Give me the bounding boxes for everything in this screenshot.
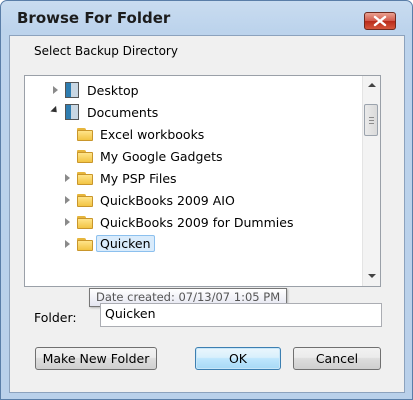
library-icon <box>65 104 79 120</box>
title-bar[interactable]: Browse For Folder <box>1 1 412 33</box>
expand-arrow-icon[interactable] <box>65 196 70 204</box>
expand-arrow-icon[interactable] <box>65 174 70 182</box>
make-new-folder-button[interactable]: Make New Folder <box>35 347 157 370</box>
prompt-text: Select Backup Directory <box>34 44 178 58</box>
scrollbar-thumb[interactable] <box>364 104 378 136</box>
vertical-scrollbar[interactable] <box>362 76 380 286</box>
tree-item-label: My Google Gadgets <box>100 149 223 164</box>
close-button[interactable] <box>364 12 396 30</box>
folder-icon <box>77 150 93 163</box>
expand-arrow-icon[interactable] <box>65 240 70 248</box>
close-icon <box>373 15 387 27</box>
collapse-arrow-icon[interactable] <box>50 105 60 116</box>
browse-for-folder-dialog: Browse For Folder Select Backup Director… <box>0 0 413 400</box>
folder-tree[interactable]: Desktop Documents Excel workbooks My Goo… <box>24 75 381 287</box>
expand-arrow-icon[interactable] <box>53 86 58 94</box>
tree-item-my-psp-files[interactable]: My PSP Files <box>25 168 355 188</box>
folder-icon <box>77 216 93 229</box>
tree-item-documents[interactable]: Documents <box>25 102 355 122</box>
tree-item-label: QuickBooks 2009 AIO <box>100 193 235 208</box>
tree-item-quickbooks-2009-for-dummies[interactable]: QuickBooks 2009 for Dummies <box>25 212 355 232</box>
ok-button[interactable]: OK <box>195 347 281 370</box>
tree-item-desktop[interactable]: Desktop <box>25 80 355 100</box>
tree-item-label: QuickBooks 2009 for Dummies <box>100 215 294 230</box>
folder-icon <box>77 194 93 207</box>
tree-item-label: My PSP Files <box>100 171 177 186</box>
folder-field-label: Folder: <box>34 310 77 325</box>
tree-item-label: Desktop <box>87 83 139 98</box>
expand-arrow-icon[interactable] <box>65 218 70 226</box>
tree-item-label: Quicken <box>96 235 155 252</box>
tree-item-my-google-gadgets[interactable]: My Google Gadgets <box>25 146 355 166</box>
tree-item-label: Documents <box>87 105 159 120</box>
folder-icon <box>77 128 93 141</box>
library-icon <box>65 82 79 98</box>
cancel-button[interactable]: Cancel <box>293 347 381 370</box>
tree-item-quicken[interactable]: Quicken <box>25 234 355 254</box>
scroll-up-arrow-icon[interactable] <box>368 83 376 87</box>
folder-field[interactable]: Quicken <box>100 303 382 327</box>
tree-item-quickbooks-2009-aio[interactable]: QuickBooks 2009 AIO <box>25 190 355 210</box>
scroll-down-arrow-icon[interactable] <box>368 274 376 278</box>
folder-icon <box>77 172 93 185</box>
dialog-title: Browse For Folder <box>17 9 171 27</box>
folder-icon <box>77 238 93 251</box>
tree-item-label: Excel workbooks <box>100 127 205 142</box>
tree-item-excel-workbooks[interactable]: Excel workbooks <box>25 124 355 144</box>
